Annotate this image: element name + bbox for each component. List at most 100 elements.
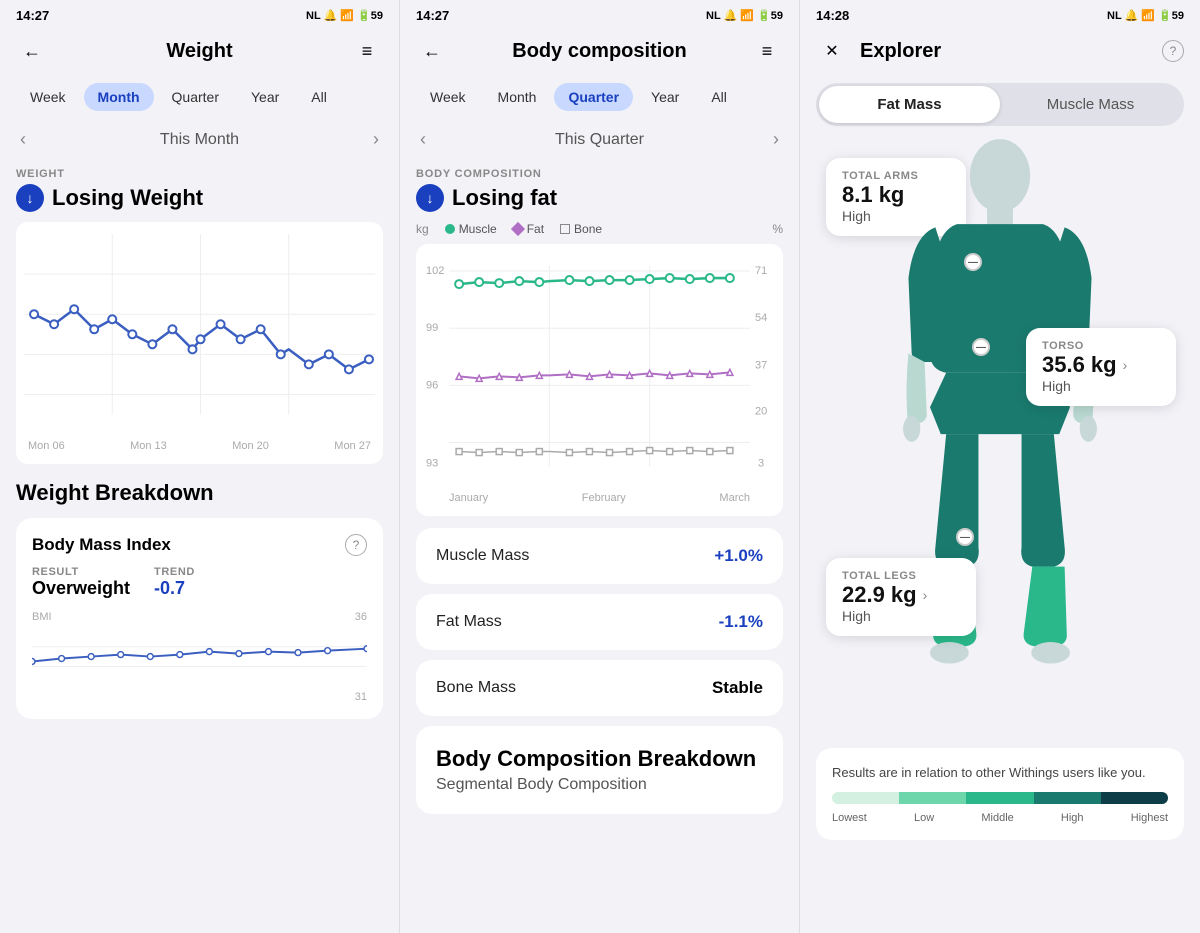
fat-muscle-toggle: Fat Mass Muscle Mass (816, 83, 1184, 126)
svg-text:102: 102 (426, 265, 444, 277)
torso-connector: — (972, 338, 990, 356)
muscle-mass-toggle[interactable]: Muscle Mass (1000, 86, 1181, 123)
status-icons-2: NL 🔔 📶 🔋59 (706, 9, 783, 22)
legend-highest (1101, 792, 1168, 804)
section-label-1: WEIGHT (0, 158, 399, 182)
status-icons-3: NL 🔔 📶 🔋59 (1107, 9, 1184, 22)
explorer-header: ✕ Explorer ? (800, 27, 1200, 77)
comp-items-container: Muscle Mass +1.0% Fat Mass -1.1% Bone Ma… (400, 528, 799, 716)
period-next-2[interactable]: › (773, 129, 779, 150)
svg-text:20: 20 (755, 405, 767, 417)
legs-info-card: TOTAL LEGS 22.9 kg › High (826, 558, 976, 636)
status-bar-3: 14:28 NL 🔔 📶 🔋59 (800, 0, 1200, 27)
legend-bar-text: Results are in relation to other Withing… (832, 764, 1168, 782)
bmi-row: RESULT Overweight TREND -0.7 (32, 566, 367, 599)
breakdown-subtitle: Segmental Body Composition (436, 776, 763, 794)
tab-quarter-1[interactable]: Quarter (158, 83, 233, 111)
bmi-chart: BMI 36 (32, 611, 367, 703)
tab-week-2[interactable]: Week (416, 83, 480, 111)
time-2: 14:27 (416, 8, 449, 23)
period-next-1[interactable]: › (373, 129, 379, 150)
tab-year-2[interactable]: Year (637, 83, 693, 111)
legend-lowest (832, 792, 899, 804)
section-title-2: ↓ Losing fat (400, 182, 799, 222)
weight-chart-svg (24, 234, 375, 435)
header-2: ← Body composition ≡ (400, 27, 799, 77)
section-label-2: BODY COMPOSITION (400, 158, 799, 182)
explorer-panel: 14:28 NL 🔔 📶 🔋59 ✕ Explorer ? Fat Mass M… (800, 0, 1200, 933)
menu-button-2[interactable]: ≡ (751, 35, 783, 67)
svg-text:54: 54 (755, 312, 767, 324)
svg-text:37: 37 (755, 359, 767, 371)
time-1: 14:27 (16, 8, 49, 23)
close-button[interactable]: ✕ (816, 35, 848, 67)
status-bar-1: 14:27 NL 🔔 📶 🔋59 (0, 0, 399, 27)
torso-chevron-icon[interactable]: › (1123, 357, 1128, 373)
menu-button-1[interactable]: ≡ (351, 35, 383, 67)
header-1: ← Weight ≡ (0, 27, 399, 77)
chart-legend-2: kg Muscle Fat Bone % (400, 222, 799, 244)
svg-text:3: 3 (758, 458, 764, 470)
tab-month-1[interactable]: Month (84, 83, 154, 111)
legs-chevron-icon[interactable]: › (923, 587, 928, 603)
body-composition-panel: 14:27 NL 🔔 📶 🔋59 ← Body composition ≡ We… (400, 0, 800, 933)
weight-chart: Mon 06 Mon 13 Mon 20 Mon 27 (16, 222, 383, 464)
legend-bar-labels: Lowest Low Middle High Highest (832, 812, 1168, 824)
fat-mass-toggle[interactable]: Fat Mass (819, 86, 1000, 123)
tab-all-1[interactable]: All (297, 83, 341, 111)
period-prev-1[interactable]: ‹ (20, 129, 26, 150)
time-3: 14:28 (816, 8, 849, 23)
muscle-mass-item: Muscle Mass +1.0% (416, 528, 783, 584)
section-title-1: ↓ Losing Weight (0, 182, 399, 222)
explorer-title: Explorer (860, 40, 1150, 63)
period-nav-1: ‹ This Month › (0, 121, 399, 158)
tab-week-1[interactable]: Week (16, 83, 80, 111)
legend-fat: Fat (513, 222, 544, 236)
legs-connector: — (956, 528, 974, 546)
legend-middle (966, 792, 1033, 804)
title-1: Weight (60, 40, 339, 63)
tab-quarter-2[interactable]: Quarter (554, 83, 633, 111)
title-2: Body composition (460, 40, 739, 63)
bmi-card: Body Mass Index ? RESULT Overweight TREN… (16, 518, 383, 719)
bmi-result-col: RESULT Overweight (32, 566, 130, 599)
period-prev-2[interactable]: ‹ (420, 129, 426, 150)
back-button-1[interactable]: ← (16, 35, 48, 67)
legend-high (1034, 792, 1101, 804)
explorer-help-icon[interactable]: ? (1162, 40, 1184, 62)
back-button-2[interactable]: ← (416, 35, 448, 67)
body-visualization: TOTAL ARMS 8.1 kg High (816, 138, 1184, 738)
content-2: BODY COMPOSITION ↓ Losing fat kg Muscle … (400, 158, 799, 933)
breakdown-section-1: Weight Breakdown Body Mass Index ? RESUL… (0, 464, 399, 719)
composition-chart-svg: 102 99 96 93 71 54 37 20 3 (424, 256, 775, 487)
tab-year-1[interactable]: Year (237, 83, 293, 111)
torso-value-row: 35.6 kg › (1042, 352, 1160, 378)
svg-text:96: 96 (426, 379, 438, 391)
period-title-1: This Month (160, 131, 239, 149)
tab-bar-2: Week Month Quarter Year All (400, 77, 799, 121)
legend-muscle: Muscle (445, 222, 497, 236)
breakdown-title-1: Weight Breakdown (16, 480, 383, 506)
legend-bar-container: Results are in relation to other Withing… (816, 748, 1184, 840)
svg-text:99: 99 (426, 322, 438, 334)
bmi-title: Body Mass Index (32, 535, 171, 555)
tab-month-2[interactable]: Month (484, 83, 551, 111)
bmi-mini-chart (32, 627, 367, 686)
bmi-trend-col: TREND -0.7 (154, 566, 195, 599)
period-nav-2: ‹ This Quarter › (400, 121, 799, 158)
svg-text:71: 71 (755, 265, 767, 277)
svg-text:93: 93 (426, 458, 438, 470)
bmi-card-header: Body Mass Index ? (32, 534, 367, 556)
comp-chart-x-labels: January February March (424, 492, 775, 504)
legend-bone: Bone (560, 222, 602, 236)
trend-icon-2: ↓ (416, 184, 444, 212)
bmi-help-icon[interactable]: ? (345, 534, 367, 556)
chart-x-labels-1: Mon 06 Mon 13 Mon 20 Mon 27 (24, 440, 375, 452)
content-1: WEIGHT ↓ Losing Weight (0, 158, 399, 933)
tab-all-2[interactable]: All (697, 83, 741, 111)
breakdown-card-2: Body Composition Breakdown Segmental Bod… (416, 726, 783, 814)
weight-panel: 14:27 NL 🔔 📶 🔋59 ← Weight ≡ Week Month Q… (0, 0, 400, 933)
tab-bar-1: Week Month Quarter Year All (0, 77, 399, 121)
status-icons-1: NL 🔔 📶 🔋59 (306, 9, 383, 22)
fat-mass-item: Fat Mass -1.1% (416, 594, 783, 650)
